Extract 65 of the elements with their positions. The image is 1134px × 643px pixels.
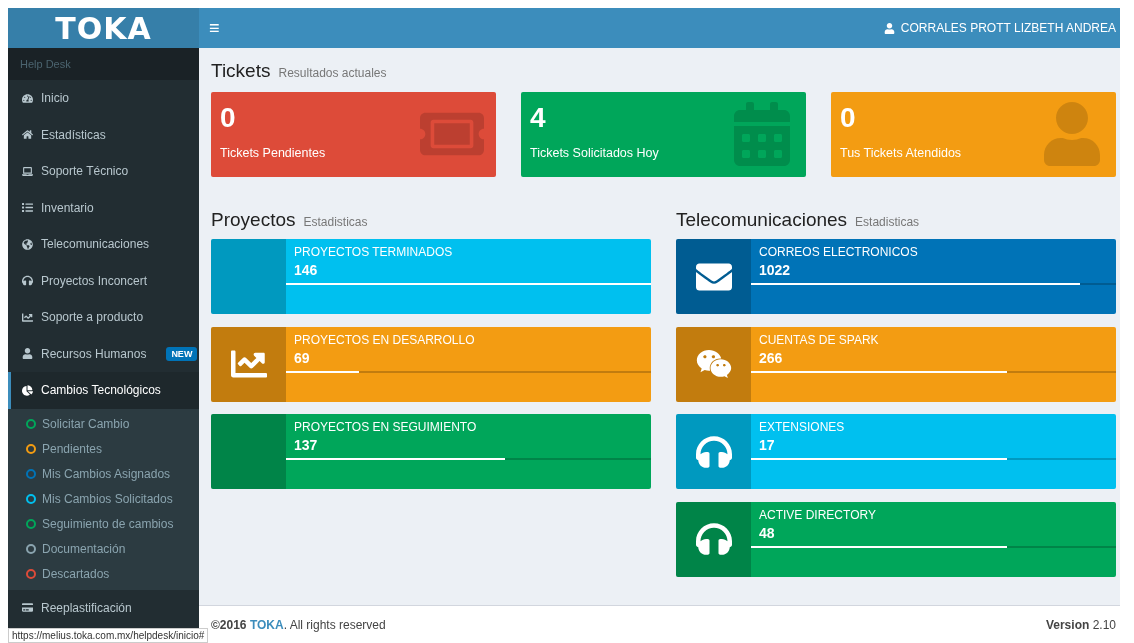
menu-icon: [22, 384, 33, 396]
info-box-value: 137: [293, 437, 319, 453]
copyright-text: ©2016 TOKA. All rights reserved: [211, 617, 386, 632]
info-box-label: ACTIVE DIRECTORY: [758, 507, 877, 522]
menu-icon: [22, 92, 33, 104]
info-box-label: CUENTAS DE SPARK: [758, 332, 880, 347]
info-box-label: PROYECTOS TERMINADOS: [293, 245, 454, 259]
info-box-value: 48: [758, 524, 776, 541]
sidebar-item[interactable]: Inventario: [8, 189, 199, 226]
menu-icon: [22, 602, 33, 614]
menu-icon: [22, 348, 33, 360]
sidebar-item[interactable]: Reeplastificación: [8, 589, 199, 626]
info-box-value: 69: [293, 349, 311, 366]
section-header: Help Desk: [8, 48, 199, 80]
status-url: https://melius.toka.com.mx/helpdesk/inicio#: [8, 628, 209, 643]
menu-icon: [22, 165, 33, 177]
menu-icon: [22, 311, 33, 323]
stat-label: Tickets Pendientes: [220, 146, 327, 160]
info-box-value: 146: [293, 262, 319, 278]
submenu-item[interactable]: Mis Cambios Solicitados: [8, 486, 199, 512]
new-badge: NEW: [166, 346, 198, 361]
user-menu[interactable]: CORRALES PROTT LIZBETH ANDREA: [883, 21, 1116, 35]
menu-icon: [22, 129, 33, 141]
stat-label: Tickets Solicitados Hoy: [530, 146, 660, 160]
info-box-label: PROYECTOS EN DESARROLLO: [293, 332, 476, 347]
submenu-item[interactable]: Descartados: [8, 561, 199, 587]
info-box-label: CORREOS ELECTRONICOS: [758, 245, 919, 259]
sidebar-item[interactable]: Inicio: [8, 80, 199, 117]
section-title: Tickets: [211, 60, 271, 82]
info-box-value: 1022: [758, 262, 792, 278]
sidebar-item[interactable]: Recursos Humanos NEW: [8, 335, 199, 372]
stat-label: Tus Tickets Atendidos: [840, 146, 963, 160]
section-title: Proyectos: [211, 209, 296, 231]
stat-value: 0: [840, 102, 857, 134]
sidebar-item[interactable]: Proyectos Inconcert: [8, 262, 199, 299]
stat-value: 0: [220, 102, 237, 134]
version-text: Version 2.10: [1045, 617, 1116, 632]
submenu-item[interactable]: Seguimiento de cambios: [8, 511, 199, 537]
user-icon: [883, 22, 895, 34]
section-subtitle: Estadisticas: [303, 215, 368, 229]
menu-icon: [22, 202, 33, 214]
section-subtitle: Estadisticas: [855, 215, 920, 229]
info-box-value: 266: [758, 349, 784, 366]
menu-toggle[interactable]: ≡: [209, 17, 220, 39]
logo[interactable]: TOKA: [8, 8, 199, 48]
sidebar-item[interactable]: Telecomunicaciones: [8, 226, 199, 263]
submenu-item[interactable]: Pendientes: [8, 436, 199, 462]
menu-icon: [22, 238, 33, 250]
menu-icon: [22, 275, 33, 287]
stat-value: 4: [530, 102, 547, 134]
sidebar-item[interactable]: Soporte a producto: [8, 299, 199, 336]
submenu-item[interactable]: Solicitar Cambio: [8, 411, 199, 437]
section-subtitle: Resultados actuales: [278, 66, 387, 80]
sidebar-item[interactable]: Soporte Técnico: [8, 153, 199, 190]
company-link[interactable]: TOKA: [249, 617, 284, 632]
info-box-value: 17: [758, 437, 776, 453]
info-box-label: EXTENSIONES: [758, 420, 846, 434]
submenu-item[interactable]: Documentación: [8, 536, 199, 562]
info-box-label: PROYECTOS EN SEGUIMIENTO: [293, 420, 478, 434]
sidebar-item[interactable]: Cambios Tecnológicos: [8, 372, 199, 409]
sidebar-item[interactable]: Estadísticas: [8, 116, 199, 153]
headphones-icon: [695, 433, 732, 470]
section-title: Telecomunicaciones: [676, 209, 848, 231]
submenu-item[interactable]: Mis Cambios Asignados: [8, 461, 199, 487]
headphones-icon: [695, 521, 732, 557]
